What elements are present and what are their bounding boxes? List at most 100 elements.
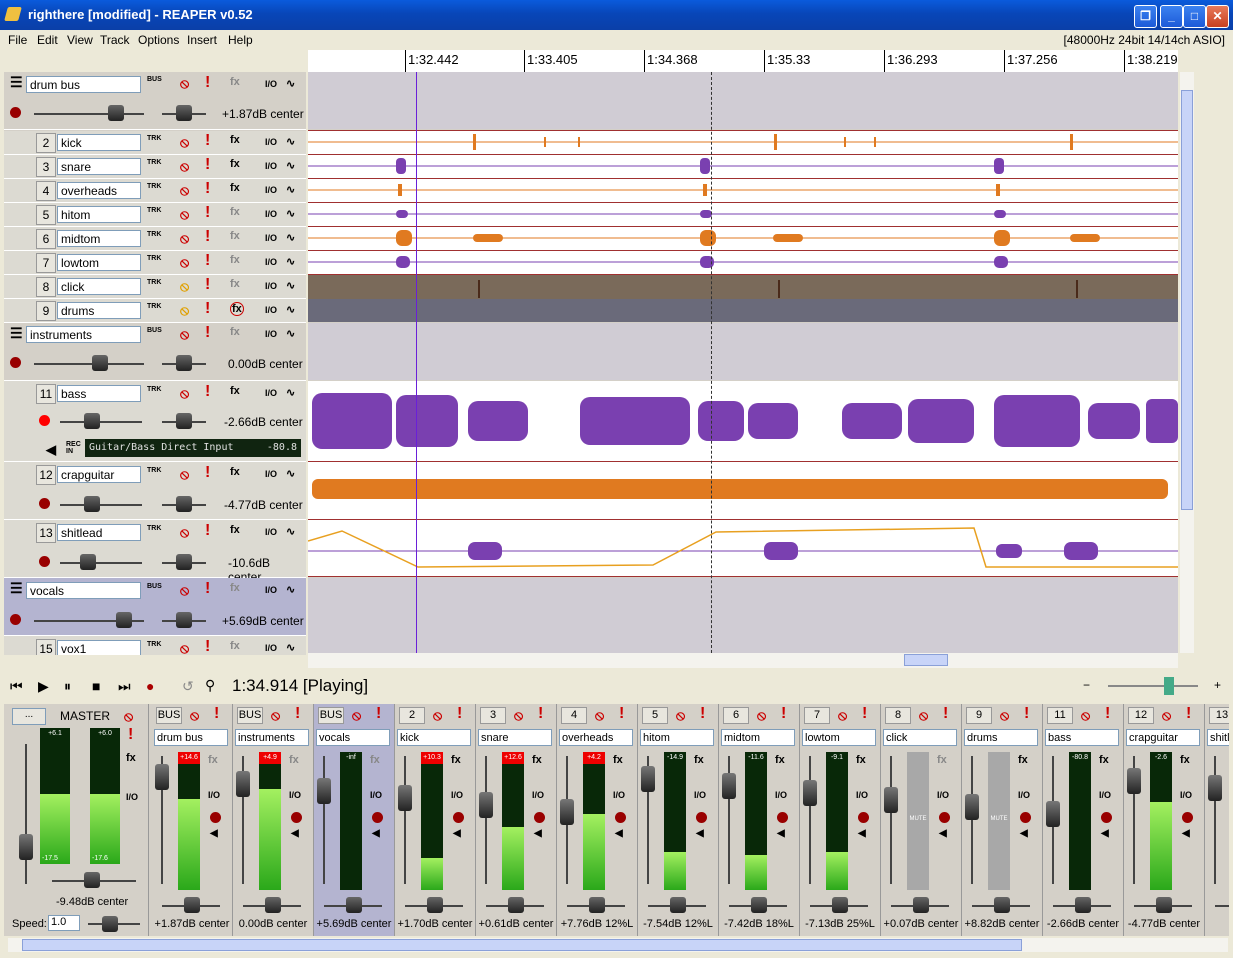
record-arm-button[interactable] <box>615 812 626 823</box>
menu-view[interactable]: View <box>67 33 93 47</box>
io-button[interactable]: I/O <box>937 790 949 800</box>
envelope-icon[interactable]: ∿ <box>286 279 295 292</box>
arrange-view[interactable] <box>308 72 1178 653</box>
strip-name[interactable]: snare <box>478 729 552 746</box>
solo-icon[interactable]: ! <box>619 705 624 723</box>
pan-knob[interactable] <box>176 554 192 570</box>
mute-icon[interactable]: ⦸ <box>180 206 189 223</box>
solo-icon[interactable]: ! <box>205 228 210 246</box>
solo-icon[interactable]: ! <box>205 522 210 540</box>
solo-icon[interactable]: ! <box>538 705 543 723</box>
envelope-icon[interactable]: ∿ <box>286 641 295 654</box>
strip-pan-knob[interactable] <box>184 897 200 913</box>
menu-options[interactable]: Options <box>138 33 179 47</box>
speaker-icon[interactable]: ◀ <box>1020 828 1028 839</box>
io-button[interactable]: I/O <box>208 790 220 800</box>
envelope-icon[interactable]: ∿ <box>286 159 295 172</box>
track-name-input[interactable]: midtom <box>57 230 141 247</box>
folder-icon[interactable]: ☰ <box>10 74 23 91</box>
io-button[interactable]: I/O <box>265 469 277 479</box>
mute-icon[interactable]: ⦸ <box>180 75 189 92</box>
volume-knob[interactable] <box>92 355 108 371</box>
strip-volume-knob[interactable] <box>965 794 979 820</box>
track-drums[interactable]: 9 drums TRK ⦸ ! fx I/O ∿ <box>4 299 306 323</box>
track-lowtom[interactable]: 7 lowtom TRK ⦸ ! fx I/O ∿ <box>4 251 306 275</box>
fx-button[interactable]: fx <box>289 754 299 766</box>
fx-button[interactable]: fx <box>856 754 866 766</box>
io-button[interactable]: I/O <box>1018 790 1030 800</box>
restore-icon[interactable]: ❐ <box>1134 5 1157 28</box>
zoom-slider-knob[interactable] <box>1164 677 1174 695</box>
strip-pan-knob[interactable] <box>751 897 767 913</box>
fx-button[interactable]: fx <box>775 754 785 766</box>
volume-knob[interactable] <box>116 612 132 628</box>
solo-icon[interactable]: ! <box>205 276 210 294</box>
mute-icon[interactable]: ⦸ <box>180 466 189 483</box>
scroll-thumb[interactable] <box>1181 90 1193 510</box>
envelope-icon[interactable]: ∿ <box>286 583 295 596</box>
strip-pan-knob[interactable] <box>589 897 605 913</box>
io-button[interactable]: I/O <box>370 790 382 800</box>
folder-icon[interactable]: ☰ <box>10 580 23 597</box>
strip-pan-fader[interactable] <box>1215 905 1229 907</box>
speaker-icon[interactable]: ◀ <box>1182 828 1190 839</box>
track-hitom[interactable]: 5 hitom TRK ⦸ ! fx I/O ∿ <box>4 203 306 227</box>
fx-button[interactable]: fx <box>1180 754 1190 766</box>
menu-insert[interactable]: Insert <box>187 33 217 47</box>
mute-icon[interactable]: ⦸ <box>1000 707 1009 724</box>
envelope-icon[interactable]: ∿ <box>286 77 295 90</box>
mute-icon[interactable]: ⦸ <box>919 707 928 724</box>
fx-button[interactable]: fx <box>230 76 240 88</box>
track-snare[interactable]: 3 snare TRK ⦸ ! fx I/O ∿ <box>4 155 306 179</box>
strip-volume-knob[interactable] <box>1127 768 1141 794</box>
track-name-input[interactable]: vocals <box>26 582 141 599</box>
input-monitor-bar[interactable]: Guitar/Bass Direct Input -80.8 <box>85 439 301 457</box>
volume-knob[interactable] <box>84 496 100 512</box>
fx-button[interactable]: fx <box>230 582 240 594</box>
track-name-input[interactable]: vox1 <box>57 640 141 655</box>
route-button[interactable]: TRK <box>147 135 161 142</box>
mute-icon[interactable]: ⦸ <box>352 707 361 724</box>
strip-name[interactable]: instruments <box>235 729 309 746</box>
rec-input-label[interactable]: REC IN <box>66 441 84 455</box>
mute-icon[interactable]: ⦸ <box>433 707 442 724</box>
fx-button[interactable]: fx <box>208 754 218 766</box>
io-button[interactable]: I/O <box>856 790 868 800</box>
speaker-icon[interactable]: ◀ <box>615 828 623 839</box>
strip-name[interactable]: crapguitar <box>1126 729 1200 746</box>
fx-button[interactable]: fx <box>230 466 240 478</box>
solo-icon[interactable]: ! <box>295 705 300 723</box>
volume-fader[interactable] <box>34 113 144 115</box>
record-arm-button[interactable] <box>39 556 50 567</box>
envelope-icon[interactable]: ∿ <box>286 327 295 340</box>
track-name-input[interactable]: snare <box>57 158 141 175</box>
strip-volume-knob[interactable] <box>884 787 898 813</box>
io-button[interactable]: I/O <box>265 585 277 595</box>
speaker-icon[interactable]: ◀ <box>777 828 785 839</box>
io-button[interactable]: I/O <box>289 790 301 800</box>
pan-knob[interactable] <box>176 413 192 429</box>
zoom-in-button[interactable]: + <box>1214 678 1221 692</box>
strip-name[interactable]: lowtom <box>802 729 876 746</box>
route-button[interactable]: BUS <box>147 76 162 83</box>
route-button[interactable]: TRK <box>147 279 161 286</box>
record-arm-button[interactable] <box>453 812 464 823</box>
record-arm-button[interactable] <box>1101 812 1112 823</box>
strip-volume-knob[interactable] <box>398 785 412 811</box>
strip-volume-knob[interactable] <box>722 773 736 799</box>
mute-active-icon[interactable]: ⦸ <box>180 302 189 319</box>
volume-knob[interactable] <box>108 105 124 121</box>
mixer-horizontal-scrollbar[interactable] <box>8 938 1228 952</box>
timeline-ruler[interactable]: 1:32.442 1:33.405 1:34.368 1:35.33 1:36.… <box>308 50 1178 73</box>
repeat-icon[interactable]: ↺ <box>182 678 194 695</box>
speaker-icon[interactable]: ◀ <box>453 828 461 839</box>
record-arm-button[interactable] <box>939 812 950 823</box>
master-volume-fader[interactable] <box>25 744 27 884</box>
scroll-thumb[interactable] <box>904 654 948 666</box>
strip-name[interactable]: bass <box>1045 729 1119 746</box>
envelope-icon[interactable]: ∿ <box>286 467 295 480</box>
fx-button[interactable]: fx <box>694 754 704 766</box>
io-button[interactable]: I/O <box>265 527 277 537</box>
strip-volume-fader[interactable] <box>809 756 811 884</box>
volume-fader[interactable] <box>34 363 144 365</box>
